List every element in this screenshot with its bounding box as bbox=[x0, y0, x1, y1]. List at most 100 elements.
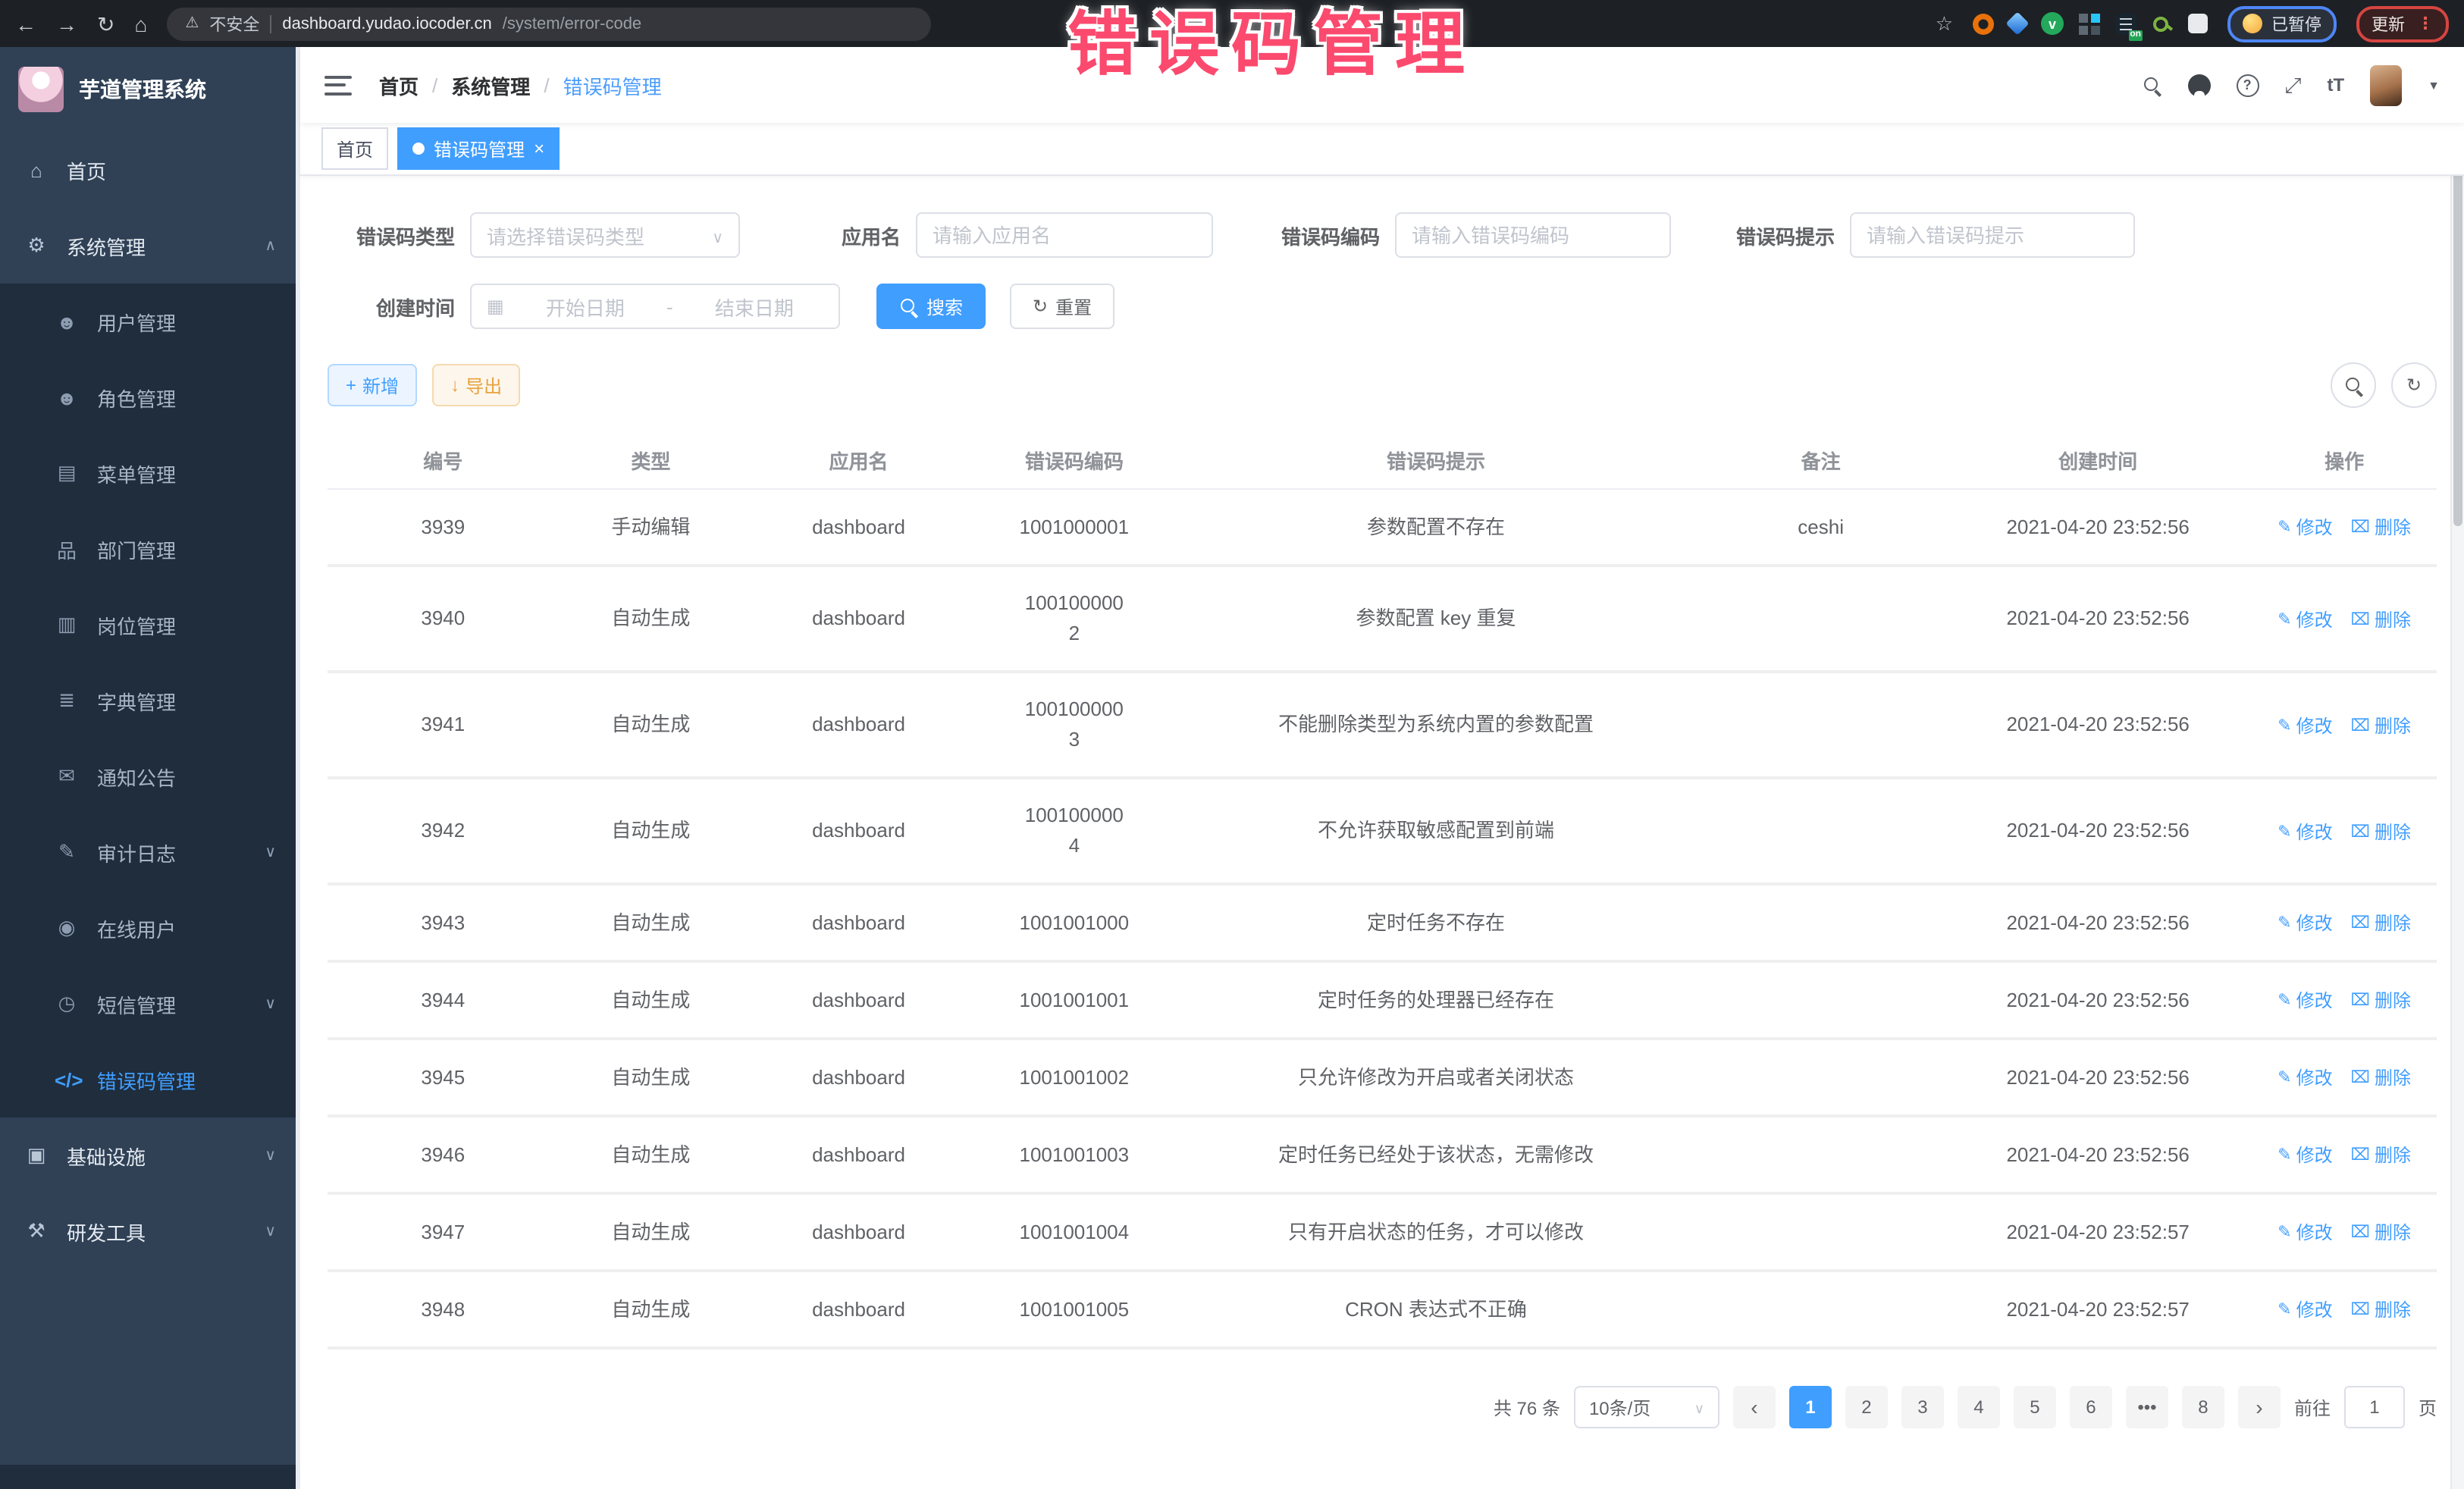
browser-menu-icon[interactable]: ⋮ bbox=[2417, 14, 2434, 33]
page-button-4[interactable]: 4 bbox=[1958, 1386, 2000, 1428]
reset-button[interactable]: ↻ 重置 bbox=[1010, 284, 1114, 329]
page-size-select[interactable]: 10条/页 bbox=[1574, 1386, 1719, 1428]
row-code-cell: 100100000 2 bbox=[974, 566, 1174, 672]
browser-back-icon[interactable]: ← bbox=[15, 13, 36, 34]
page-button-5[interactable]: 5 bbox=[2014, 1386, 2056, 1428]
next-page-button[interactable] bbox=[2238, 1386, 2281, 1428]
address-bar[interactable]: ⚠ 不安全 dashboard.yudao.iocoder.cn/system/… bbox=[167, 7, 931, 40]
hamburger-icon[interactable] bbox=[324, 75, 352, 95]
tab-close-icon[interactable]: × bbox=[534, 139, 544, 158]
dept-icon: 品 bbox=[55, 534, 79, 563]
help-icon[interactable]: ? bbox=[2236, 74, 2259, 96]
browser-update-button[interactable]: 更新 ⋮ bbox=[2356, 5, 2449, 42]
date-range-picker[interactable]: ▦ 开始日期 - 结束日期 bbox=[470, 284, 840, 329]
goto-page-input[interactable] bbox=[2344, 1386, 2405, 1428]
extension-grid-icon[interactable] bbox=[2079, 13, 2100, 34]
sidebar-item-dict[interactable]: ≣字典管理 bbox=[0, 663, 300, 738]
app-logo[interactable]: 芋道管理系统 bbox=[0, 47, 300, 132]
sidebar-item-post[interactable]: ▥岗位管理 bbox=[0, 587, 300, 663]
extension-gem-icon[interactable] bbox=[2005, 11, 2029, 35]
delete-link[interactable]: ⌧删除 bbox=[2351, 908, 2411, 939]
row-actions-cell: ✎修改 ⌧删除 bbox=[2252, 778, 2437, 884]
font-size-icon[interactable]: tT bbox=[2328, 74, 2345, 96]
table-row: 3947自动生成dashboard1001001004只有开启状态的任务，才可以… bbox=[328, 1193, 2437, 1271]
sidebar-item-user[interactable]: ☻用户管理 bbox=[0, 284, 300, 359]
toggle-search-button[interactable] bbox=[2331, 362, 2376, 408]
delete-link[interactable]: ⌧删除 bbox=[2351, 710, 2411, 741]
pages-ellipsis-button[interactable]: ••• bbox=[2126, 1386, 2168, 1428]
delete-link[interactable]: ⌧删除 bbox=[2351, 604, 2411, 635]
add-button[interactable]: + 新增 bbox=[328, 364, 417, 406]
extension-key-icon[interactable] bbox=[2152, 13, 2173, 34]
page-button-3[interactable]: 3 bbox=[1901, 1386, 1944, 1428]
sidebar-item-dev-tools[interactable]: ⚒研发工具∨ bbox=[0, 1193, 300, 1269]
delete-link[interactable]: ⌧删除 bbox=[2351, 1295, 2411, 1325]
fullscreen-icon[interactable]: ⤢ bbox=[2284, 72, 2301, 98]
sidebar-item-notice[interactable]: ✉通知公告 bbox=[0, 738, 300, 814]
extension-orange-icon[interactable] bbox=[1973, 13, 1994, 34]
delete-link[interactable]: ⌧删除 bbox=[2351, 1218, 2411, 1248]
sidebar-item-infra[interactable]: ▣基础设施∨ bbox=[0, 1118, 300, 1193]
tab-label: 首页 bbox=[337, 136, 373, 161]
window-scrollbar-track[interactable] bbox=[2450, 47, 2464, 1489]
extension-green-v-icon[interactable] bbox=[2041, 12, 2064, 35]
sidebar-item-audit-log[interactable]: ✎审计日志∨ bbox=[0, 814, 300, 890]
edit-link[interactable]: ✎修改 bbox=[2277, 604, 2332, 635]
sidebar-item-dept[interactable]: 品部门管理 bbox=[0, 511, 300, 587]
sidebar-item-error-code[interactable]: </>错误码管理 bbox=[0, 1042, 300, 1118]
export-button[interactable]: ↓ 导出 bbox=[432, 364, 520, 406]
sidebar-item-home[interactable]: ⌂首页 bbox=[0, 132, 300, 208]
page-button-2[interactable]: 2 bbox=[1845, 1386, 1888, 1428]
extensions-puzzle-icon[interactable] bbox=[2188, 14, 2208, 33]
delete-link[interactable]: ⌧删除 bbox=[2351, 817, 2411, 847]
sidebar-item-sms[interactable]: ◷短信管理∨ bbox=[0, 966, 300, 1042]
row-id-cell: 3945 bbox=[328, 1039, 559, 1116]
breadcrumb-home[interactable]: 首页 bbox=[379, 71, 419, 99]
edit-link[interactable]: ✎修改 bbox=[2277, 1063, 2332, 1093]
page-button-8[interactable]: 8 bbox=[2182, 1386, 2224, 1428]
delete-label: 删除 bbox=[2375, 986, 2411, 1016]
row-code-cell: 100100000 3 bbox=[974, 672, 1174, 778]
extension-list-icon[interactable]: on bbox=[2115, 13, 2136, 34]
error-code-input[interactable] bbox=[1395, 212, 1671, 258]
user-avatar[interactable] bbox=[2370, 64, 2402, 105]
sidebar-item-menu[interactable]: ▤菜单管理 bbox=[0, 435, 300, 511]
edit-link[interactable]: ✎修改 bbox=[2277, 908, 2332, 939]
edit-link[interactable]: ✎修改 bbox=[2277, 817, 2332, 847]
page-button-1[interactable]: 1 bbox=[1789, 1386, 1832, 1428]
edit-link[interactable]: ✎修改 bbox=[2277, 513, 2332, 543]
delete-icon: ⌧ bbox=[2351, 817, 2370, 847]
row-actions-cell: ✎修改 ⌧删除 bbox=[2252, 884, 2437, 961]
search-icon[interactable] bbox=[2142, 75, 2161, 95]
delete-link[interactable]: ⌧删除 bbox=[2351, 1063, 2411, 1093]
breadcrumb-system[interactable]: 系统管理 bbox=[451, 71, 530, 99]
github-icon[interactable] bbox=[2187, 74, 2210, 96]
error-type-select[interactable]: 请选择错误码类型 bbox=[470, 212, 740, 258]
refresh-table-button[interactable]: ↻ bbox=[2391, 362, 2437, 408]
edit-link[interactable]: ✎修改 bbox=[2277, 1295, 2332, 1325]
edit-link[interactable]: ✎修改 bbox=[2277, 710, 2332, 741]
tab-home[interactable]: 首页 bbox=[321, 127, 388, 170]
page-button-6[interactable]: 6 bbox=[2070, 1386, 2112, 1428]
edit-link[interactable]: ✎修改 bbox=[2277, 1218, 2332, 1248]
browser-home-icon[interactable]: ⌂ bbox=[134, 13, 147, 34]
delete-link[interactable]: ⌧删除 bbox=[2351, 513, 2411, 543]
tab-error-code[interactable]: 错误码管理 × bbox=[397, 127, 560, 170]
bookmark-star-icon[interactable]: ☆ bbox=[1936, 11, 1953, 36]
error-msg-input[interactable] bbox=[1850, 212, 2135, 258]
window-scrollbar-thumb[interactable] bbox=[2453, 117, 2462, 526]
browser-forward-icon[interactable]: → bbox=[56, 13, 77, 34]
sidebar-item-role[interactable]: ☻角色管理 bbox=[0, 359, 300, 435]
app-name-input[interactable] bbox=[916, 212, 1213, 258]
delete-link[interactable]: ⌧删除 bbox=[2351, 986, 2411, 1016]
avatar-dropdown-caret-icon[interactable]: ▼ bbox=[2428, 78, 2440, 92]
search-button[interactable]: 搜索 bbox=[876, 284, 986, 329]
sidebar-item-online-user[interactable]: ◉在线用户 bbox=[0, 890, 300, 966]
sidebar-item-system[interactable]: ⚙系统管理∧ bbox=[0, 208, 300, 284]
edit-link[interactable]: ✎修改 bbox=[2277, 986, 2332, 1016]
edit-link[interactable]: ✎修改 bbox=[2277, 1140, 2332, 1171]
prev-page-button[interactable] bbox=[1733, 1386, 1776, 1428]
browser-reload-icon[interactable]: ↻ bbox=[97, 13, 114, 34]
delete-link[interactable]: ⌧删除 bbox=[2351, 1140, 2411, 1171]
profile-paused-badge[interactable]: 已暂停 bbox=[2227, 5, 2337, 42]
